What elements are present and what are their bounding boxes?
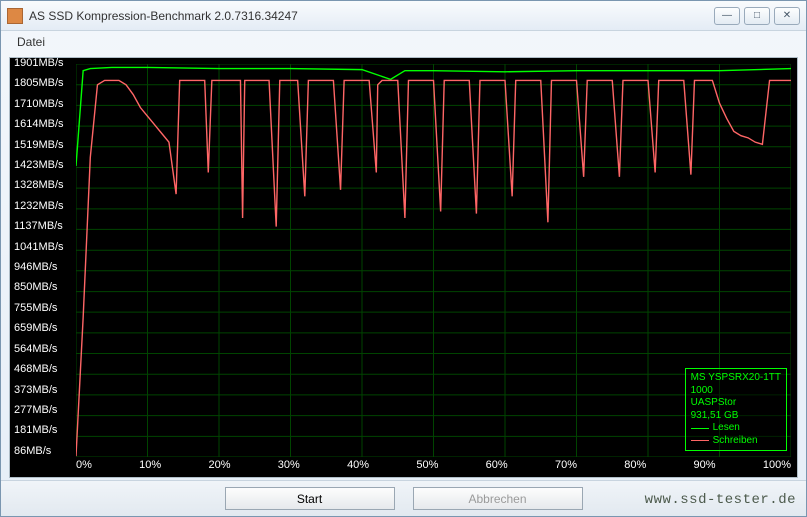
x-tick-label: 60% (486, 459, 508, 475)
device-line1: MS YSPSRX20-1TT (691, 372, 781, 385)
legend-box: MS YSPSRX20-1TT 1000 UASPStor 931,51 GB … (685, 368, 787, 451)
chart-area: 1901MB/s 1805MB/s 1710MB/s 1614MB/s 1519MB/s… (10, 58, 797, 477)
y-tick-label: 468MB/s (14, 364, 76, 375)
titlebar[interactable]: AS SSD Kompression-Benchmark 2.0.7316.34… (1, 1, 806, 31)
read-swatch (691, 428, 709, 429)
x-tick-label: 20% (208, 459, 230, 475)
close-icon: ✕ (783, 10, 791, 21)
y-tick-label: 755MB/s (14, 303, 76, 314)
y-tick-label: 1805MB/s (14, 78, 76, 89)
y-tick-label: 659MB/s (14, 323, 76, 334)
app-icon (7, 8, 23, 24)
minimize-button[interactable]: — (714, 7, 740, 25)
abort-button: Abbrechen (413, 487, 583, 510)
chart-panel: 1901MB/s 1805MB/s 1710MB/s 1614MB/s 1519MB/s… (9, 57, 798, 478)
window-title: AS SSD Kompression-Benchmark 2.0.7316.34… (29, 9, 714, 23)
y-tick-label: 1710MB/s (14, 99, 76, 110)
x-axis-labels: 0% 10% 20% 30% 40% 50% 60% 70% 80% 90% 100% (76, 459, 791, 475)
x-tick-label: 40% (347, 459, 369, 475)
window-buttons: — □ ✕ (714, 7, 800, 25)
y-tick-label: 1423MB/s (14, 160, 76, 171)
y-axis-labels: 1901MB/s 1805MB/s 1710MB/s 1614MB/s 1519MB/s… (14, 58, 76, 457)
x-tick-label: 30% (278, 459, 300, 475)
device-line2: 1000 (691, 385, 781, 398)
y-tick-label: 277MB/s (14, 405, 76, 416)
y-tick-label: 1328MB/s (14, 180, 76, 191)
write-swatch (691, 440, 709, 441)
x-tick-label: 50% (416, 459, 438, 475)
x-tick-label: 80% (624, 459, 646, 475)
y-tick-label: 564MB/s (14, 344, 76, 355)
legend-write-label: Schreiben (713, 435, 758, 448)
y-tick-label: 373MB/s (14, 385, 76, 396)
watermark: www.ssd-tester.de (645, 492, 796, 508)
y-tick-label: 1232MB/s (14, 201, 76, 212)
y-tick-label: 86MB/s (14, 446, 76, 457)
maximize-button[interactable]: □ (744, 7, 770, 25)
x-tick-label: 90% (694, 459, 716, 475)
menubar: Datei (1, 31, 806, 53)
y-tick-label: 181MB/s (14, 425, 76, 436)
x-tick-label: 100% (763, 459, 791, 475)
button-bar: Start Abbrechen www.ssd-tester.de (1, 480, 806, 516)
y-tick-label: 946MB/s (14, 262, 76, 273)
app-window: AS SSD Kompression-Benchmark 2.0.7316.34… (0, 0, 807, 517)
legend-write: Schreiben (691, 435, 781, 448)
minimize-icon: — (722, 10, 732, 21)
start-button[interactable]: Start (225, 487, 395, 510)
legend-read-label: Lesen (713, 422, 740, 435)
x-tick-label: 10% (139, 459, 161, 475)
x-tick-label: 0% (76, 459, 92, 475)
device-line3: UASPStor (691, 397, 781, 410)
maximize-icon: □ (754, 10, 760, 21)
device-line4: 931,51 GB (691, 410, 781, 423)
legend-read: Lesen (691, 422, 781, 435)
y-tick-label: 1901MB/s (14, 58, 76, 69)
y-tick-label: 1137MB/s (14, 221, 76, 232)
close-button[interactable]: ✕ (774, 7, 800, 25)
y-tick-label: 1614MB/s (14, 119, 76, 130)
menu-file[interactable]: Datei (11, 33, 51, 51)
y-tick-label: 1041MB/s (14, 242, 76, 253)
y-tick-label: 850MB/s (14, 282, 76, 293)
y-tick-label: 1519MB/s (14, 140, 76, 151)
x-tick-label: 70% (555, 459, 577, 475)
